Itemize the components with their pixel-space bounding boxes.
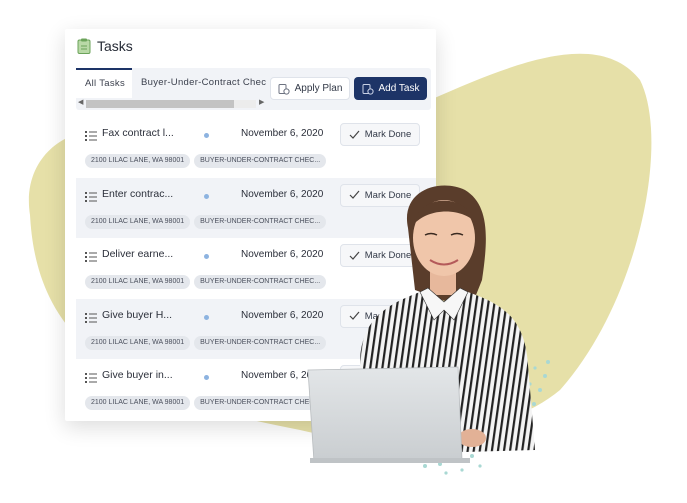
task-tags: 2100 LILAC LANE, WA 98001 BUYER-UNDER-CO…	[85, 214, 327, 229]
address-chip: 2100 LILAC LANE, WA 98001	[85, 214, 191, 229]
task-name[interactable]: Deliver earne...	[102, 248, 173, 260]
check-icon	[349, 130, 360, 139]
task-name[interactable]: Give buyer H...	[102, 309, 172, 321]
scroll-left-icon[interactable]: ◀	[78, 98, 83, 108]
mark-done-button[interactable]: Mark Done	[340, 123, 420, 146]
checklist-icon	[85, 191, 97, 202]
mark-done-label: Mark Done	[364, 129, 412, 140]
status-dot	[204, 375, 209, 380]
status-dot	[204, 133, 209, 138]
task-tags: 2100 LILAC LANE, WA 98001 BUYER-UNDER-CO…	[85, 154, 327, 168]
address-chip: 2100 LILAC LANE, WA 98001	[85, 396, 191, 410]
woman-with-laptop-photo	[307, 185, 535, 463]
task-name[interactable]: Fax contract l...	[102, 127, 174, 139]
address-chip: 2100 LILAC LANE, WA 98001	[85, 335, 191, 350]
task-date: November 6, 2020	[241, 128, 324, 139]
status-dot	[204, 314, 209, 320]
scroll-right-icon[interactable]: ▶	[259, 98, 264, 108]
add-task-button[interactable]: Add Task	[354, 77, 427, 100]
plan-icon	[278, 83, 290, 95]
tab-scrollbar[interactable]: ◀ ▶	[76, 98, 268, 108]
task-row[interactable]: Fax contract l... November 6, 2020 Mark …	[76, 117, 436, 178]
scrollbar-thumb[interactable]	[86, 100, 234, 108]
task-tags: 2100 LILAC LANE, WA 98001 BUYER-UNDER-CO…	[85, 335, 327, 350]
panel-header: Tasks	[65, 29, 436, 63]
checklist-icon	[85, 373, 97, 383]
plan-chip: BUYER-UNDER-CONTRACT CHEC...	[194, 154, 327, 168]
status-dot	[204, 254, 209, 259]
task-tags: 2100 LILAC LANE, WA 98001 BUYER-UNDER-CO…	[85, 396, 327, 410]
apply-plan-label: Apply Plan	[294, 83, 343, 94]
status-dot	[204, 193, 209, 199]
task-name[interactable]: Enter contrac...	[102, 188, 173, 200]
apply-plan-button[interactable]: Apply Plan	[270, 77, 350, 100]
tab-bar: All Tasks Buyer-Under-Contract Chec ◀ ▶ …	[76, 68, 431, 110]
checklist-icon	[85, 131, 97, 141]
panel-title: Tasks	[97, 38, 133, 54]
checklist-icon	[85, 312, 97, 323]
add-task-icon	[362, 83, 374, 95]
clipboard-icon	[77, 38, 91, 54]
tab-all-tasks[interactable]: All Tasks	[76, 68, 132, 98]
checklist-icon	[85, 252, 97, 262]
add-task-label: Add Task	[378, 83, 420, 94]
tab-buyer-under-contract[interactable]: Buyer-Under-Contract Chec	[132, 68, 270, 98]
task-name[interactable]: Give buyer in...	[102, 369, 173, 381]
laptop	[307, 366, 463, 463]
address-chip: 2100 LILAC LANE, WA 98001	[85, 275, 191, 289]
task-tags: 2100 LILAC LANE, WA 98001 BUYER-UNDER-CO…	[85, 275, 327, 289]
address-chip: 2100 LILAC LANE, WA 98001	[85, 154, 191, 168]
